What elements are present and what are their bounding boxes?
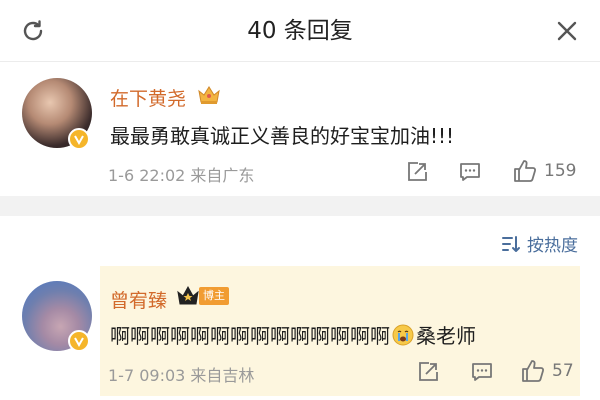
comment-item: 在下黄尧 最最勇敢真诚正义善良的好宝宝加油!!! 1-6 22:02 来自广东 … [0, 62, 600, 196]
sort-label: 按热度 [527, 236, 578, 256]
page-title: 40 条回复 [247, 18, 353, 44]
sort-button[interactable]: 按热度 [501, 231, 578, 256]
blogger-badge: 博主 [199, 287, 229, 305]
comment-text: 最最勇敢真诚正义善良的好宝宝加油!!! [110, 124, 455, 148]
like-count: 159 [544, 161, 577, 181]
comment-text-tail: 桑老师 [416, 324, 476, 348]
like-button[interactable]: 159 [512, 158, 576, 184]
comment-meta: 1-6 22:02 来自广东 [108, 166, 255, 185]
like-icon [522, 360, 545, 382]
crying-emoji-icon [392, 324, 414, 351]
reply-button[interactable] [458, 160, 482, 184]
comment-meta: 1-7 09:03 来自吉林 [108, 366, 255, 385]
verified-icon [68, 330, 90, 352]
crown-icon [197, 84, 221, 110]
sort-icon [502, 235, 520, 252]
comment-icon [472, 363, 492, 381]
comment-icon [460, 163, 480, 181]
username[interactable]: 曾宥臻 [110, 286, 167, 313]
share-icon [408, 162, 427, 181]
like-button[interactable]: 57 [520, 358, 574, 384]
section-divider [0, 196, 600, 216]
comment-text-main: 啊啊啊啊啊啊啊啊啊啊啊啊啊啊 [110, 324, 390, 348]
comment-item: 曾宥臻 博主 啊啊啊啊啊啊啊啊啊啊啊啊啊啊 桑老师 1-7 09:03 来自吉林 … [0, 266, 600, 400]
verified-icon [68, 128, 90, 150]
comment-text: 啊啊啊啊啊啊啊啊啊啊啊啊啊啊 桑老师 [110, 320, 476, 351]
close-button[interactable] [550, 14, 584, 48]
share-button[interactable] [416, 360, 440, 384]
like-icon [514, 160, 537, 182]
close-icon [557, 21, 577, 41]
share-icon [419, 362, 438, 381]
header-bar: 40 条回复 [0, 0, 600, 62]
reply-button[interactable] [470, 360, 494, 384]
share-button[interactable] [405, 160, 429, 184]
username[interactable]: 在下黄尧 [110, 84, 186, 111]
crown-icon [176, 284, 200, 312]
sort-row: 按热度 [0, 216, 600, 266]
like-count: 57 [552, 361, 574, 381]
